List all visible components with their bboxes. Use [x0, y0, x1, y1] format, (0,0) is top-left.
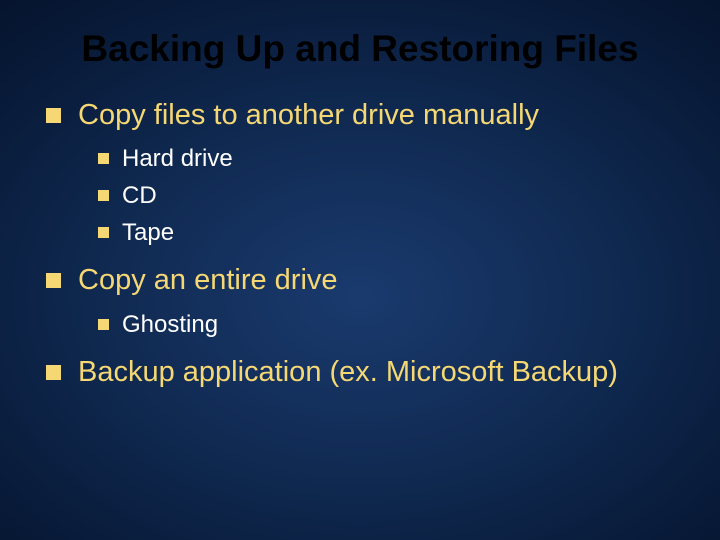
bullet-item: Copy files to another drive manually Har… — [44, 97, 682, 249]
sub-bullet-item: CD — [96, 180, 682, 211]
sub-bullet-text: Hard drive — [122, 145, 233, 172]
bullet-text: Copy an entire drive — [78, 264, 338, 296]
sub-bullet-text: CD — [122, 182, 157, 209]
sub-bullet-item: Hard drive — [96, 143, 682, 174]
bullet-list: Copy files to another drive manually Har… — [38, 97, 682, 391]
bullet-text: Copy files to another drive manually — [78, 99, 539, 131]
bullet-item: Backup application (ex. Microsoft Backup… — [44, 354, 682, 390]
sub-bullet-item: Ghosting — [96, 309, 682, 340]
sub-bullet-item: Tape — [96, 217, 682, 248]
slide-title: Backing Up and Restoring Files — [38, 28, 682, 71]
sub-bullet-list: Hard drive CD Tape — [78, 143, 682, 249]
sub-bullet-text: Ghosting — [122, 311, 218, 338]
slide: Backing Up and Restoring Files Copy file… — [0, 0, 720, 540]
bullet-item: Copy an entire drive Ghosting — [44, 262, 682, 339]
sub-bullet-text: Tape — [122, 219, 174, 246]
sub-bullet-list: Ghosting — [78, 309, 682, 340]
bullet-text: Backup application (ex. Microsoft Backup… — [78, 356, 618, 388]
